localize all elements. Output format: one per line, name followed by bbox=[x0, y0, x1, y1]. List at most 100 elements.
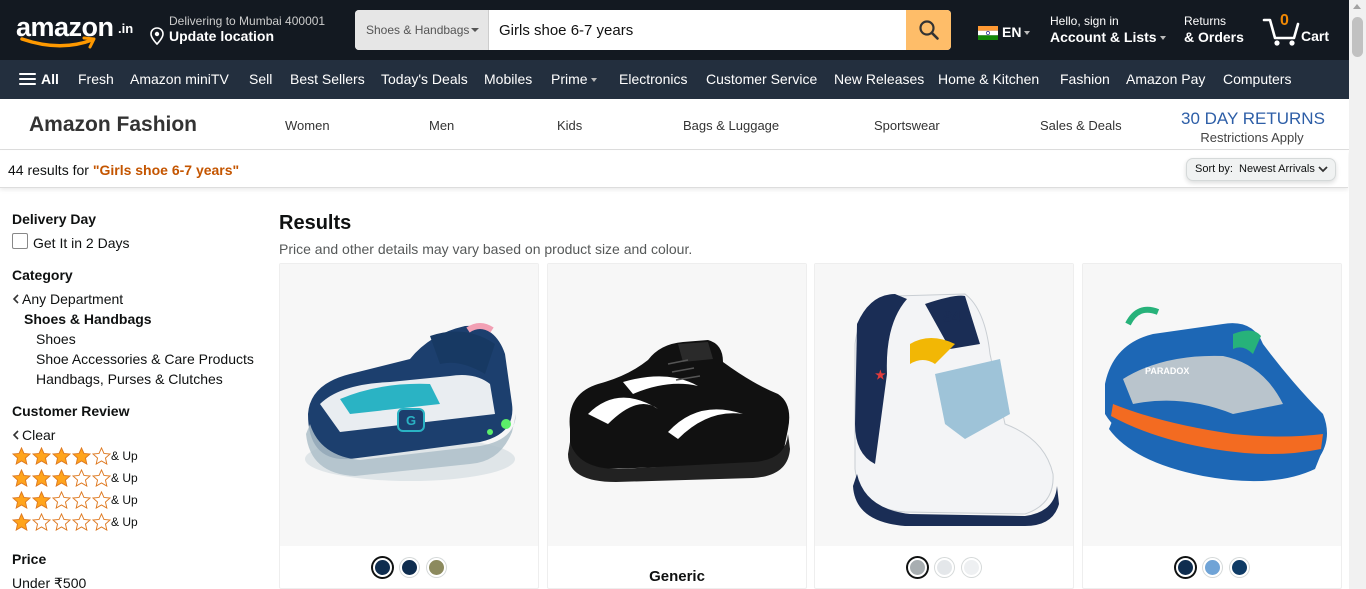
logo-domain: .in bbox=[118, 21, 134, 36]
product-image[interactable]: ★ 84 bbox=[815, 264, 1073, 546]
scroll-up-arrow-icon[interactable] bbox=[1353, 4, 1361, 9]
color-swatch[interactable] bbox=[399, 558, 419, 577]
rating-filter-4-stars[interactable]: & Up bbox=[0, 446, 200, 467]
star-icon bbox=[51, 490, 72, 510]
nav-fresh[interactable]: Fresh bbox=[78, 71, 114, 87]
sort-dropdown[interactable]: Sort by: Newest Arrivals bbox=[1186, 158, 1336, 181]
price-heading: Price bbox=[12, 551, 47, 567]
filter-sidebar: Delivery Day Get It in 2 Days Category A… bbox=[0, 189, 270, 589]
nav-mobiles[interactable]: Mobiles bbox=[484, 71, 532, 87]
star-icon bbox=[51, 512, 72, 532]
fashion-link-men[interactable]: Men bbox=[429, 118, 454, 133]
blue-orange-sneaker-icon: PARADOX bbox=[1105, 306, 1327, 482]
clear-review-filter[interactable]: Clear bbox=[12, 427, 55, 443]
returns-policy-banner[interactable]: 30 DAY RETURNS Restrictions Apply bbox=[1181, 109, 1325, 145]
price-under-500[interactable]: Under ₹500 bbox=[12, 575, 86, 589]
get-it-2-days-checkbox[interactable] bbox=[12, 233, 28, 249]
scrollbar-thumb[interactable] bbox=[1352, 17, 1363, 57]
amazon-search-page: amazon .in Delivering to Mumbai 400001 U… bbox=[0, 0, 1366, 589]
search-input[interactable] bbox=[489, 10, 906, 50]
star-icon bbox=[11, 468, 32, 488]
hamburger-menu-icon[interactable] bbox=[19, 73, 36, 88]
rating-filter-2-stars[interactable]: & Up bbox=[0, 490, 200, 511]
fashion-link-bags-luggage[interactable]: Bags & Luggage bbox=[683, 118, 779, 133]
chevron-down-icon bbox=[1318, 166, 1328, 173]
star-icon bbox=[31, 512, 52, 532]
white-navy-sneaker-icon: ★ 84 bbox=[853, 293, 1059, 526]
nav-computers[interactable]: Computers bbox=[1223, 71, 1291, 87]
chevron-left-icon bbox=[12, 294, 19, 304]
nav-best-sellers[interactable]: Best Sellers bbox=[290, 71, 365, 87]
star-icon bbox=[71, 490, 92, 510]
svg-text:PARADOX: PARADOX bbox=[1145, 366, 1189, 376]
account-menu[interactable]: Hello, sign in Account & Lists bbox=[1050, 14, 1166, 45]
rating-filter-3-stars[interactable]: & Up bbox=[0, 468, 200, 489]
nav-customer-service[interactable]: Customer Service bbox=[706, 71, 817, 87]
svg-text:★: ★ bbox=[875, 368, 886, 382]
update-location-link[interactable]: Update location bbox=[169, 28, 274, 44]
color-swatch[interactable] bbox=[1229, 558, 1249, 577]
secondary-navigation: All Fresh Amazon miniTV Sell Best Seller… bbox=[0, 60, 1366, 99]
color-swatch[interactable] bbox=[1202, 558, 1222, 577]
amazon-logo[interactable]: amazon .in bbox=[16, 12, 136, 50]
color-swatch[interactable] bbox=[961, 558, 981, 577]
nav-sell[interactable]: Sell bbox=[249, 71, 272, 87]
star-icon bbox=[31, 446, 52, 466]
nav-amazon-minitv[interactable]: Amazon miniTV bbox=[130, 71, 229, 87]
color-swatch[interactable] bbox=[372, 558, 392, 577]
nav-new-releases[interactable]: New Releases bbox=[834, 71, 924, 87]
product-image[interactable] bbox=[548, 264, 806, 546]
chevron-left-icon bbox=[12, 430, 19, 440]
results-subtext: Price and other details may vary based o… bbox=[279, 241, 693, 257]
nav-electronics[interactable]: Electronics bbox=[619, 71, 687, 87]
star-icon bbox=[11, 490, 32, 510]
category-shoe-accessories[interactable]: Shoe Accessories & Care Products bbox=[36, 351, 254, 367]
cart-button[interactable]: 0 Cart bbox=[1262, 12, 1334, 48]
nav-prime[interactable]: Prime bbox=[551, 71, 597, 87]
store-title[interactable]: Amazon Fashion bbox=[29, 113, 197, 137]
product-image[interactable]: G bbox=[280, 264, 538, 546]
cart-label: Cart bbox=[1301, 28, 1330, 44]
product-card[interactable]: ★ 84 bbox=[814, 263, 1074, 589]
product-image[interactable]: PARADOX bbox=[1083, 264, 1341, 546]
nav-todays-deals[interactable]: Today's Deals bbox=[381, 71, 468, 87]
star-icon bbox=[91, 490, 112, 510]
page-scrollbar[interactable] bbox=[1349, 0, 1366, 589]
fashion-link-women[interactable]: Women bbox=[285, 118, 330, 133]
search-button[interactable] bbox=[906, 10, 951, 50]
any-department-link[interactable]: Any Department bbox=[12, 291, 123, 307]
color-swatch[interactable] bbox=[907, 558, 927, 577]
search-category-select[interactable]: Shoes & Handbags bbox=[355, 10, 489, 50]
fashion-link-kids[interactable]: Kids bbox=[557, 118, 582, 133]
product-card[interactable]: Generic bbox=[547, 263, 807, 589]
product-card[interactable]: G bbox=[279, 263, 539, 589]
product-brand[interactable]: Generic bbox=[548, 568, 806, 585]
nav-home-kitchen[interactable]: Home & Kitchen bbox=[938, 71, 1039, 87]
star-icon bbox=[11, 512, 32, 532]
get-it-2-days-label[interactable]: Get It in 2 Days bbox=[33, 235, 129, 251]
color-swatch[interactable] bbox=[934, 558, 954, 577]
svg-text:G: G bbox=[406, 413, 416, 428]
fashion-link-sportswear[interactable]: Sportswear bbox=[874, 118, 940, 133]
category-handbags[interactable]: Handbags, Purses & Clutches bbox=[36, 371, 223, 387]
product-card[interactable]: PARADOX bbox=[1082, 263, 1342, 589]
any-department-label: Any Department bbox=[22, 291, 124, 307]
clear-label: Clear bbox=[22, 427, 56, 443]
category-shoes[interactable]: Shoes bbox=[36, 331, 76, 347]
color-swatch[interactable] bbox=[426, 558, 446, 577]
india-flag-icon bbox=[978, 26, 998, 40]
rating-filter-1-stars[interactable]: & Up bbox=[0, 512, 200, 533]
color-swatch[interactable] bbox=[1175, 558, 1195, 577]
nav-amazon-pay[interactable]: Amazon Pay bbox=[1126, 71, 1205, 87]
nav-prime-label: Prime bbox=[551, 71, 588, 87]
star-icon bbox=[91, 468, 112, 488]
top-navigation: amazon .in Delivering to Mumbai 400001 U… bbox=[0, 0, 1366, 60]
language-label: EN bbox=[1002, 24, 1022, 40]
nav-fashion[interactable]: Fashion bbox=[1060, 71, 1110, 87]
nav-all[interactable]: All bbox=[41, 71, 59, 87]
search-category-label: Shoes & Handbags bbox=[366, 23, 470, 37]
fashion-link-sales-deals[interactable]: Sales & Deals bbox=[1040, 118, 1122, 133]
returns-orders-link[interactable]: Returns & Orders bbox=[1184, 14, 1244, 45]
and-up-label: & Up bbox=[111, 515, 138, 529]
results-count: 44 results for "Girls shoe 6-7 years" bbox=[8, 162, 239, 178]
